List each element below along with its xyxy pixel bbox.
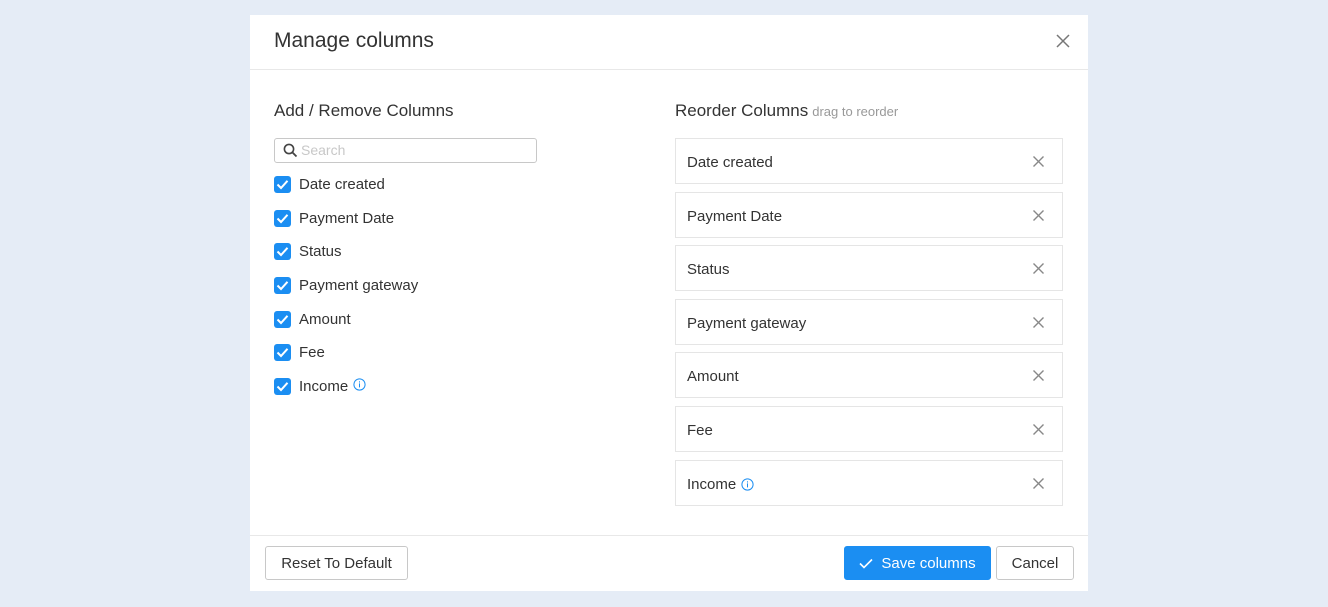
checkmark-icon — [276, 382, 289, 392]
reorder-item-label: Fee — [687, 421, 713, 439]
reset-to-default-button[interactable]: Reset To Default — [265, 546, 408, 580]
checkmark-icon — [276, 281, 289, 291]
column-checkbox-item[interactable]: Income — [274, 378, 418, 412]
reorder-item-label: Amount — [687, 368, 739, 386]
checkmark-icon — [276, 314, 289, 325]
reorder-title-text: Reorder Columns — [675, 101, 809, 120]
reorder-list: Date created Payment Date Status Payment ga… — [675, 138, 1063, 513]
checkbox[interactable] — [274, 277, 291, 295]
column-checkbox-label: Date created — [299, 176, 385, 193]
reorder-item-label-wrap: Status — [687, 261, 730, 278]
save-columns-label: Save columns — [881, 554, 976, 572]
checkmark-icon — [276, 180, 289, 190]
checkmark-icon — [276, 213, 289, 224]
checkbox[interactable] — [274, 209, 291, 227]
reorder-item[interactable]: Payment gateway — [675, 298, 1063, 345]
checkbox[interactable] — [274, 176, 291, 193]
reorder-item-label-wrap: Fee — [687, 422, 713, 439]
info-icon[interactable] — [353, 378, 366, 395]
column-checkbox-item[interactable]: Payment Date — [274, 209, 418, 244]
search-input[interactable] — [301, 140, 529, 160]
reorder-item-label-wrap: Date created — [687, 154, 773, 171]
checkmark-icon — [276, 348, 289, 358]
reorder-item-label: Date created — [687, 154, 773, 171]
remove-icon[interactable] — [1032, 316, 1045, 329]
remove-icon[interactable] — [1032, 369, 1045, 382]
reorder-item[interactable]: Income — [675, 459, 1063, 506]
reorder-item[interactable]: Payment Date — [675, 191, 1063, 238]
reorder-item-label: Payment gateway — [687, 314, 807, 332]
save-columns-button[interactable]: Save columns — [844, 546, 991, 580]
reorder-item-label-wrap: Payment gateway — [687, 315, 806, 332]
remove-icon[interactable] — [1032, 209, 1045, 222]
remove-icon[interactable] — [1032, 262, 1045, 275]
close-icon[interactable] — [1054, 32, 1072, 50]
modal-header: Manage columns — [250, 15, 1088, 70]
column-checklist: Date created Payment Date Status Payment ga… — [274, 176, 418, 412]
remove-icon[interactable] — [1032, 423, 1045, 436]
add-remove-title: Add / Remove Columns — [274, 101, 454, 120]
reorder-item[interactable]: Amount — [675, 352, 1063, 399]
remove-icon[interactable] — [1032, 155, 1045, 168]
column-checkbox-label: Income — [299, 378, 349, 396]
reorder-title: Reorder Columns drag to reorder — [675, 101, 898, 121]
modal-footer: Reset To Default Save columns Cancel — [250, 535, 1088, 592]
column-checkbox-item[interactable]: Date created — [274, 176, 418, 210]
reorder-item[interactable]: Date created — [675, 138, 1063, 184]
modal-title: Manage columns — [274, 29, 434, 52]
reorder-hint: drag to reorder — [812, 104, 899, 119]
search-field[interactable] — [274, 138, 537, 163]
column-checkbox-item[interactable]: Amount — [274, 310, 418, 345]
checkbox[interactable] — [274, 344, 291, 362]
search-icon — [283, 143, 298, 158]
column-checkbox-label: Fee — [299, 344, 325, 362]
column-checkbox-label: Status — [299, 243, 342, 261]
column-checkbox-item[interactable]: Fee — [274, 344, 418, 378]
reorder-item-label-wrap: Payment Date — [687, 208, 782, 225]
reorder-item-label-wrap: Amount — [687, 368, 739, 385]
column-checkbox-item[interactable]: Payment gateway — [274, 277, 418, 311]
checkbox[interactable] — [274, 243, 291, 261]
column-checkbox-label: Payment Date — [299, 209, 395, 227]
checkmark-icon — [276, 247, 289, 257]
checkmark-icon — [859, 558, 873, 569]
reorder-item-label: Payment Date — [687, 207, 783, 225]
reorder-item[interactable]: Status — [675, 245, 1063, 292]
info-icon[interactable] — [741, 477, 754, 495]
checkbox[interactable] — [274, 310, 291, 328]
manage-columns-modal: Manage columns Add / Remove Columns Date… — [250, 15, 1088, 591]
reorder-item-label-wrap: Income — [687, 476, 754, 495]
remove-icon[interactable] — [1032, 477, 1045, 490]
column-checkbox-label: Amount — [299, 310, 351, 328]
column-checkbox-item[interactable]: Status — [274, 243, 418, 277]
cancel-button[interactable]: Cancel — [996, 546, 1074, 580]
checkbox[interactable] — [274, 378, 291, 396]
reorder-item-label: Income — [687, 475, 737, 493]
column-checkbox-label: Payment gateway — [299, 277, 419, 295]
reorder-item-label: Status — [687, 261, 730, 279]
reorder-item[interactable]: Fee — [675, 405, 1063, 452]
